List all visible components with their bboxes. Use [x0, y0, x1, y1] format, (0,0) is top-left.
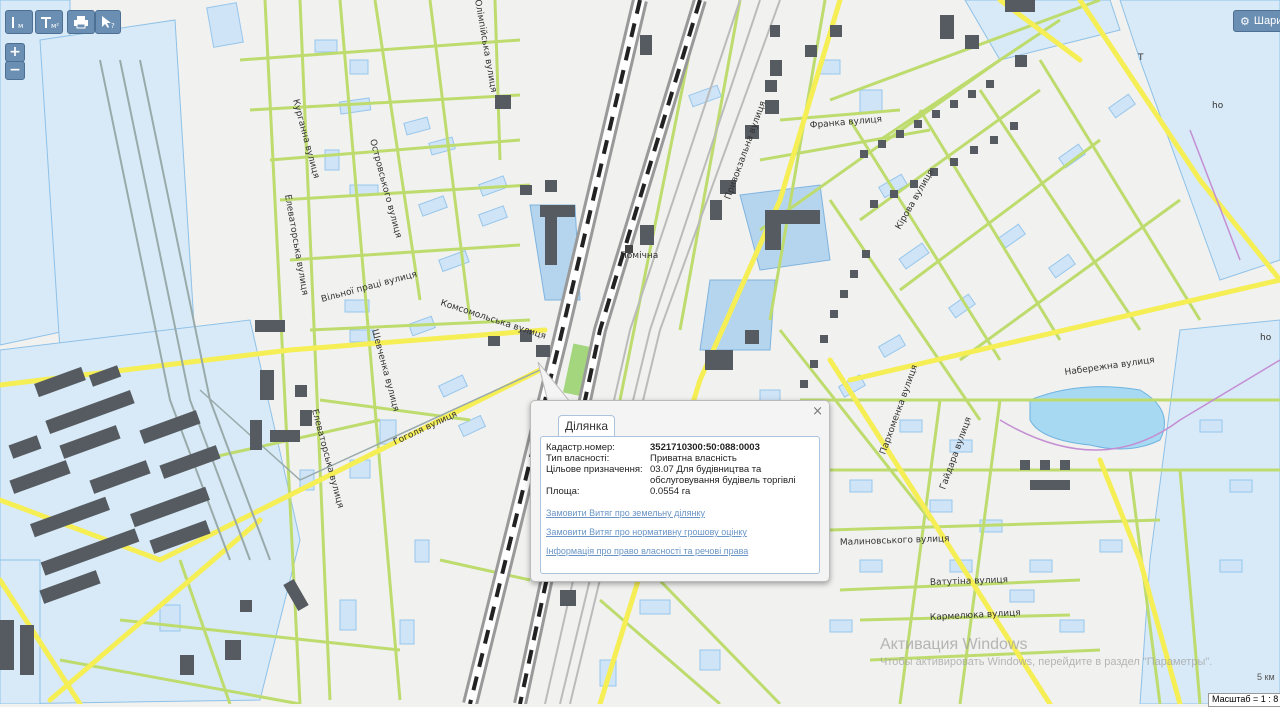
- map-canvas[interactable]: Т ho ho Франка вулиця Елеваторська вулиц…: [0, 0, 1280, 704]
- print-button[interactable]: [67, 10, 95, 34]
- zoom-in-button[interactable]: +: [5, 43, 25, 62]
- field-label: Цільове призначення:: [546, 464, 643, 475]
- field-label: Тип власності:: [546, 453, 610, 464]
- tiny-ho-1: ho: [1212, 101, 1224, 111]
- field-label: Кадастр.номер:: [546, 442, 615, 453]
- layers-button-label: Шари: [1253, 15, 1280, 27]
- parcel-popup: × Ділянка Кадастр.номер: 3521710300:50:0…: [530, 400, 830, 582]
- popup-close-button[interactable]: ×: [812, 404, 823, 419]
- svg-text:?: ?: [111, 22, 115, 29]
- layers-button[interactable]: ⚙ Шари: [1233, 10, 1280, 32]
- identify-button[interactable]: ?: [95, 10, 121, 34]
- tiny-ho-2: ho: [1260, 333, 1272, 343]
- cadastral-number-value: 3521710300:50:088:0003: [650, 442, 760, 453]
- label-station: Помічна: [620, 251, 658, 261]
- field-cadastral-number: Кадастр.номер: 3521710300:50:088:0003: [546, 442, 814, 453]
- svg-text:м: м: [18, 22, 23, 29]
- area-ruler-icon: м²: [41, 17, 59, 29]
- field-label: Площа:: [546, 486, 580, 497]
- measure-line-button[interactable]: м: [5, 10, 33, 34]
- cursor-question-icon: ?: [102, 16, 115, 29]
- field-purpose: Цільове призначення: 03.07 Для будівницт…: [546, 464, 814, 486]
- gear-icon: ⚙: [1240, 15, 1250, 28]
- order-parcel-extract-link[interactable]: Замовити Витяг про земельну ділянку: [546, 508, 814, 518]
- tiny-mark: Т: [1137, 53, 1144, 63]
- area-value: 0.0554 га: [650, 486, 691, 497]
- purpose-value: 03.07 Для будівництва та обслуговування …: [650, 464, 796, 486]
- tab-parcel[interactable]: Ділянка: [558, 415, 616, 437]
- scale-bar-unit: 5 км: [1257, 672, 1275, 682]
- svg-text:м²: м²: [51, 22, 59, 29]
- measure-area-button[interactable]: м²: [35, 10, 63, 34]
- zoom-out-button[interactable]: −: [5, 61, 25, 80]
- popup-content: Кадастр.номер: 3521710300:50:088:0003 Ти…: [540, 436, 820, 574]
- ownership-type-value: Приватна власність: [650, 453, 737, 464]
- field-area: Площа: 0.0554 га: [546, 486, 814, 497]
- print-icon: [74, 16, 88, 29]
- scale-readout: Масштаб = 1 : 8: [1208, 693, 1280, 707]
- field-ownership-type: Тип власності: Приватна власність: [546, 453, 814, 464]
- ownership-info-link[interactable]: Інформація про право власності та речові…: [546, 546, 814, 556]
- ruler-icon: м: [12, 17, 23, 29]
- order-valuation-extract-link[interactable]: Замовити Витяг про нормативну грошову оц…: [546, 527, 814, 537]
